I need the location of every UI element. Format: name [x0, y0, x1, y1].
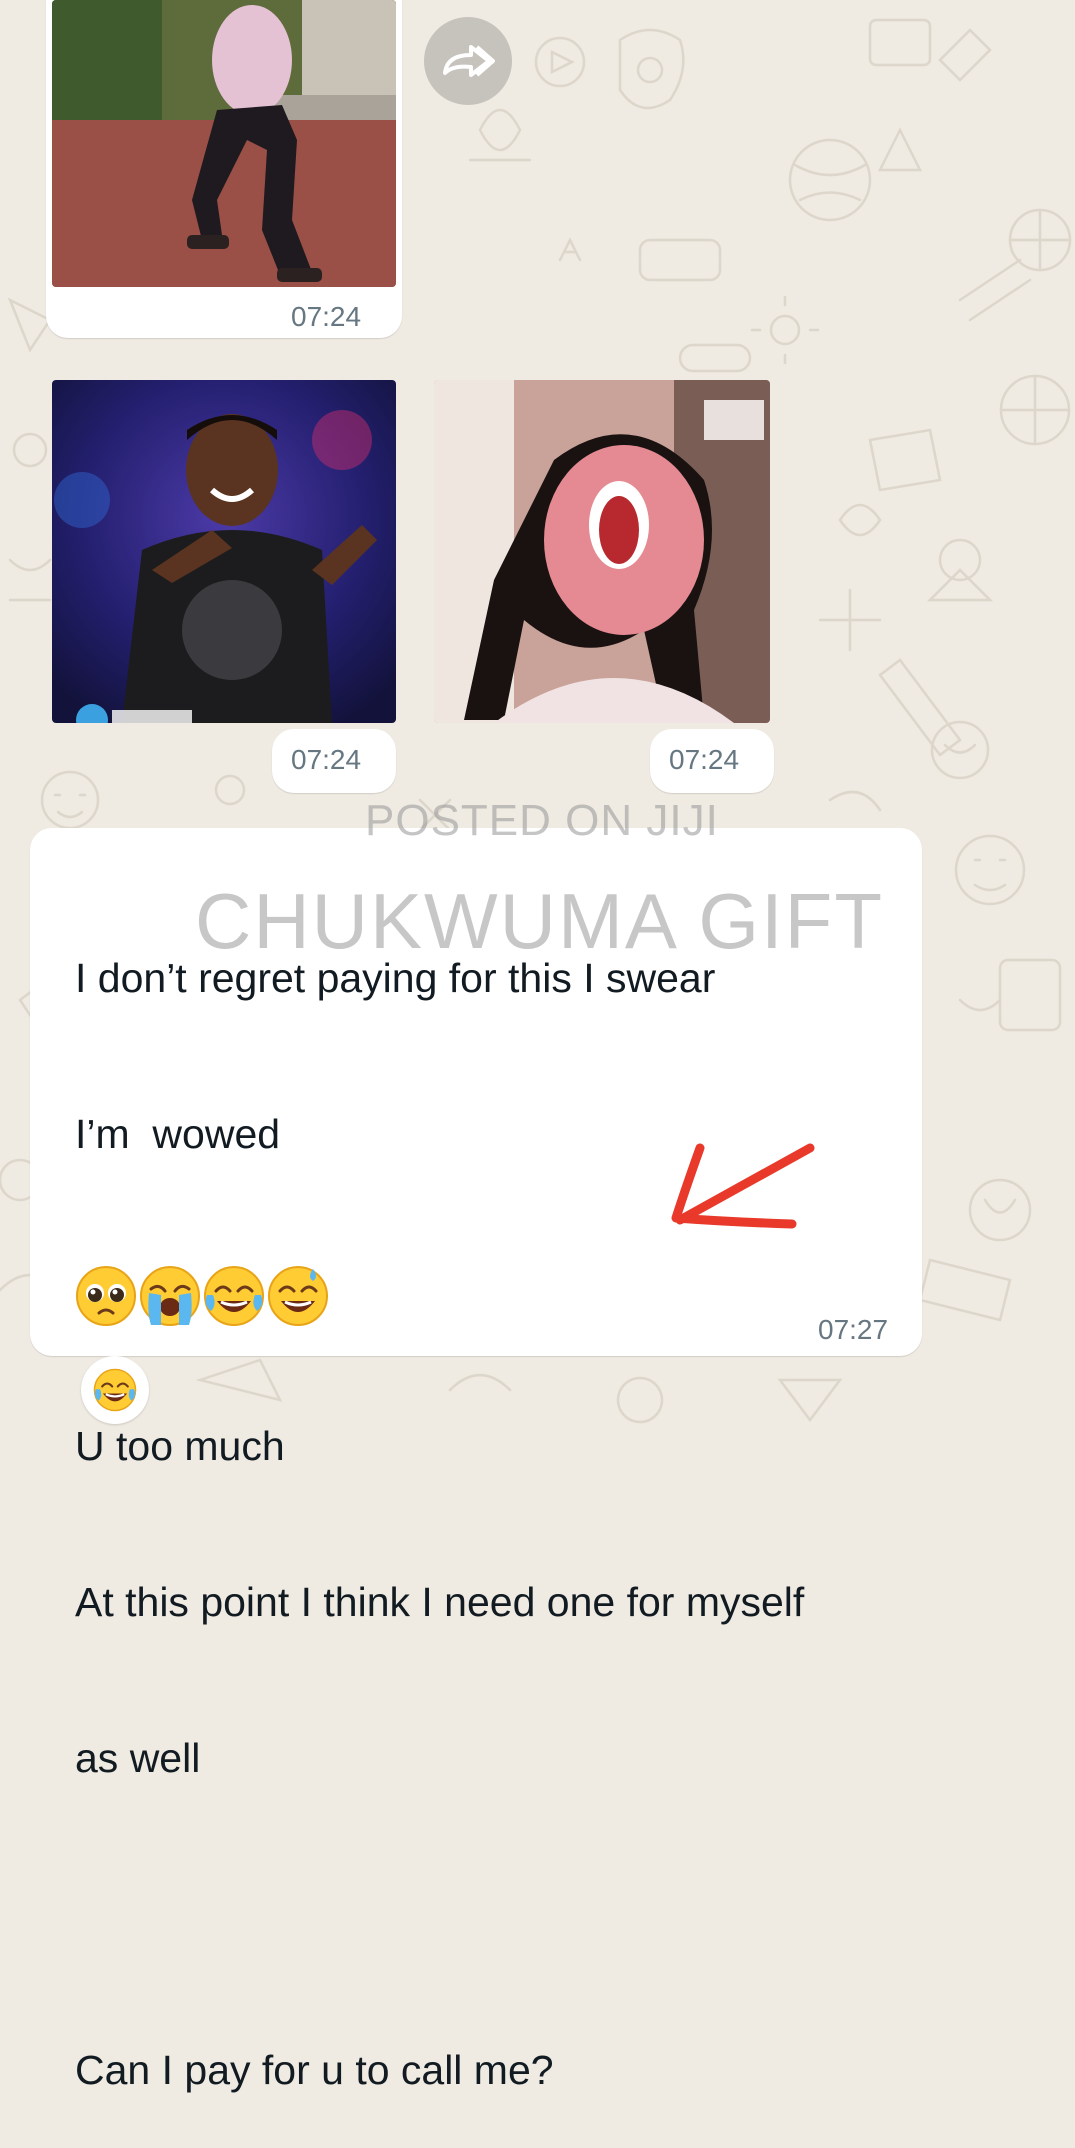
message-reaction[interactable] [81, 1356, 149, 1424]
laughing-man-image [52, 380, 396, 723]
message-time: 07:27 [818, 1314, 889, 1345]
emoji-row [75, 1265, 329, 1327]
watermark: POSTED ON JIJI [365, 796, 719, 845]
gif-thumbnail[interactable] [434, 380, 770, 723]
gif-thumbnail[interactable] [52, 0, 396, 287]
message-line [75, 1888, 895, 1940]
message-time: 07:24 [669, 744, 740, 775]
tears-of-joy-face-icon [93, 1368, 137, 1412]
message-time: 07:24 [291, 301, 362, 332]
loudly-crying-face-icon [140, 1266, 200, 1326]
message-line: At this point I think I need one for mys… [75, 1579, 805, 1625]
message-line: Can I pay for u to call me? [75, 2047, 554, 2093]
pleading-face-icon [76, 1266, 136, 1326]
gif-thumbnail[interactable] [52, 380, 396, 723]
forward-button[interactable] [424, 17, 512, 105]
forward-icon [443, 45, 495, 77]
watermark: CHUKWUMA GIFT [195, 877, 884, 965]
message-line: as well [75, 1735, 201, 1781]
grinning-sweat-face-icon [268, 1266, 328, 1326]
message-time: 07:24 [291, 744, 362, 775]
tears-of-joy-face-icon [204, 1266, 264, 1326]
laughing-woman-image [434, 380, 770, 723]
message-text: I don’t regret paying for this I swear I… [75, 848, 895, 2148]
red-arrow-annotation [671, 1143, 815, 1229]
dancing-man-image [52, 0, 396, 287]
